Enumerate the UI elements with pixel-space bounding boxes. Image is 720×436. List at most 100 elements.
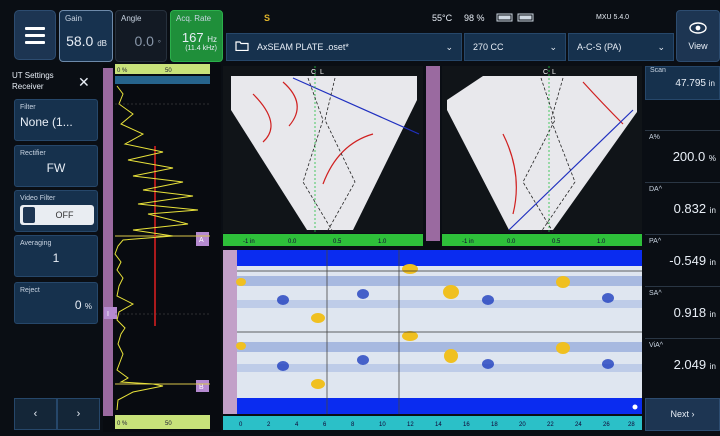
ascan-ruler [103, 68, 113, 416]
video-filter-field: Video Filter OFF [14, 190, 98, 232]
group-select[interactable]: A-C-S (PA) ⌄ [568, 33, 674, 61]
reading-sa: SA^ 0.918 in [645, 290, 720, 320]
toggle-knob [23, 207, 35, 223]
scan-tick: 16 [463, 422, 470, 428]
index-tick: 1.0 [378, 239, 387, 245]
a-percent-label: A% [649, 134, 660, 141]
da-unit: in [709, 206, 716, 215]
next-page-button[interactable]: › [57, 398, 100, 430]
menu-button[interactable] [14, 10, 56, 60]
video-filter-toggle[interactable]: OFF [20, 205, 94, 225]
acq-rate-label: Acq. Rate [176, 14, 212, 23]
reading-via: ViA^ 2.049 in [645, 342, 720, 372]
reject-unit: % [84, 302, 92, 311]
reading-a-percent: A% 200.0 % [645, 134, 720, 164]
index-tick: 0.5 [552, 239, 561, 245]
ascan-top-ruler [115, 64, 210, 74]
ascan-bottom-ruler-start: 0 % [117, 421, 128, 427]
scan-label: Scan [650, 67, 666, 74]
scan-label-c: C [543, 69, 548, 76]
acq-rate-value: 167 [181, 30, 204, 45]
reject-label: Reject [20, 287, 40, 294]
status-indicator: S [264, 13, 271, 23]
sa-value: 0.918 [673, 305, 707, 320]
ascan-view[interactable]: 0 % 50 0 % 50 A I B [103, 64, 221, 432]
reading-da: DA^ 0.832 in [645, 186, 720, 216]
scan-tick: 12 [407, 422, 414, 428]
pa-label: PA^ [649, 238, 662, 245]
gate-marker[interactable] [104, 307, 117, 319]
ascan-top-ruler-mid: 50 [165, 68, 172, 74]
setup-file-select[interactable]: AxSEAM PLATE .oset* ⌄ [226, 33, 462, 61]
gate-marker-label: I [107, 311, 109, 318]
ascan-bottom-ruler-mid: 50 [165, 421, 172, 427]
gain-value: 58.0 [66, 33, 94, 49]
angle-button[interactable]: Angle 0.0 ° [115, 10, 167, 62]
readings-panel: Scan 47.795 in A% 200.0 % DA^ 0.832 in P… [645, 64, 720, 436]
scan-tick: 14 [435, 422, 442, 428]
scan-tick: 18 [491, 422, 498, 428]
imaging-area[interactable]: C L C L -1 in 0.0 0.5 1.0 -1 in 0.0 0.5 … [223, 64, 644, 432]
da-label: DA^ [649, 186, 663, 193]
pa-value: -0.549 [669, 253, 707, 268]
scan-tick: 10 [379, 422, 386, 428]
scan-tick: 26 [603, 422, 610, 428]
chevron-down-icon: ⌄ [549, 41, 557, 52]
acq-rate-sub: (11.4 kHz) [185, 45, 217, 52]
battery-level: 98 % [464, 13, 485, 23]
view-button[interactable]: View [676, 10, 720, 62]
close-icon[interactable]: ✕ [78, 74, 90, 91]
filter-value: None (1... [20, 115, 73, 129]
gate-marker-label: A [199, 237, 204, 244]
c-scan-view[interactable] [223, 250, 642, 414]
index-tick: 0.5 [333, 239, 342, 245]
temperature: 55°C [432, 13, 453, 23]
index-tick: 0.0 [507, 239, 516, 245]
averaging-label: Averaging [20, 240, 52, 247]
ascan-top-ruler-start: 0 % [117, 68, 128, 74]
scan-label-l: L [320, 69, 324, 76]
a-percent-unit: % [708, 154, 716, 163]
probe-value: 270 CC [473, 42, 504, 52]
probe-select[interactable]: 270 CC ⌄ [464, 33, 566, 61]
rectifier-label: Rectifier [20, 150, 46, 157]
reading-pa: PA^ -0.549 in [645, 238, 720, 268]
reject-value: 0 [74, 298, 82, 312]
index-tick: 0.0 [288, 239, 297, 245]
averaging-field[interactable]: Averaging 1 [14, 235, 98, 277]
index-tick: -1 in [462, 239, 474, 245]
angle-value: 0.0 [134, 33, 154, 49]
folder-icon [235, 40, 249, 54]
scan-tick: 24 [575, 422, 582, 428]
settings-nav: ‹ › [14, 398, 100, 430]
da-value: 0.832 [673, 201, 707, 216]
scan-tick: 28 [628, 422, 635, 428]
view-label: View [688, 41, 708, 51]
sector-ruler [426, 66, 440, 241]
pa-unit: in [709, 258, 716, 267]
index-tick: 1.0 [597, 239, 606, 245]
angle-unit: ° [157, 39, 161, 48]
sector-scan-right[interactable]: C L [442, 66, 642, 233]
scan-tick: 20 [519, 422, 526, 428]
video-filter-label: Video Filter [20, 195, 56, 202]
gain-button[interactable]: Gain 58.0 dB [59, 10, 113, 62]
acq-rate-unit: Hz [207, 35, 217, 44]
gain-label: Gain [65, 14, 82, 23]
ascan-bottom-ruler [115, 415, 210, 429]
rectifier-field[interactable]: Rectifier FW [14, 145, 98, 187]
previous-button[interactable]: ‹ [14, 398, 57, 430]
setup-file-name: AxSEAM PLATE .oset* [257, 42, 349, 52]
group-value: A-C-S (PA) [577, 42, 622, 52]
next-button[interactable]: Next › [645, 398, 720, 431]
scan-label-l: L [552, 69, 556, 76]
scan-position-field[interactable]: Scan 47.795 in [645, 66, 720, 100]
acq-rate-button[interactable]: Acq. Rate 167 Hz (11.4 kHz) [170, 10, 223, 62]
channel-icons [496, 11, 536, 25]
filter-field[interactable]: Filter None (1... [14, 99, 98, 141]
sector-scan-left[interactable]: C L [223, 66, 423, 233]
index-tick: -1 in [243, 239, 255, 245]
reject-field[interactable]: Reject 0 % [14, 282, 98, 324]
software-version: MXU 5.4.0 [596, 14, 630, 21]
scan-value: 47.795 [675, 78, 706, 89]
